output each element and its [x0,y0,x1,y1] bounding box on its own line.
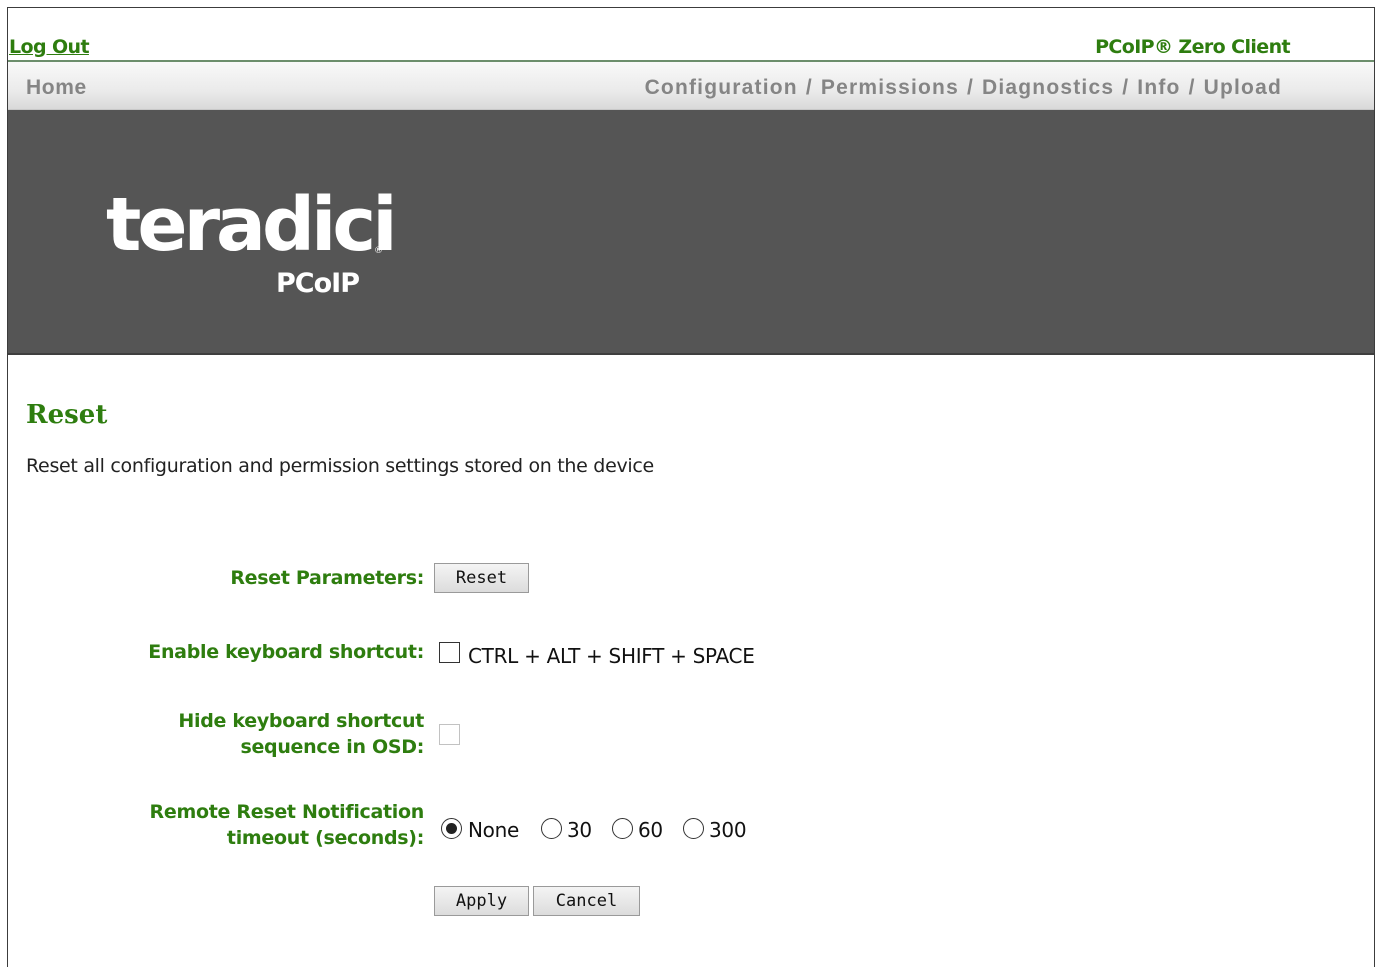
timeout-option-60-label: 60 [638,818,663,842]
timeout-option-30-label: 30 [567,818,592,842]
product-name: PCoIP® Zero Client [1095,36,1291,58]
logo-registered-mark: ® [374,246,383,256]
timeout-label-line2: timeout (seconds): [226,827,424,849]
enable-shortcut-checkbox[interactable] [439,642,460,663]
nav-configuration-link[interactable]: Configuration [645,76,798,99]
logout-link[interactable]: Log Out [9,36,90,58]
reset-parameters-label: Reset Parameters: [230,567,424,589]
nav-upload-link[interactable]: Upload [1204,76,1282,99]
nav-separator: / [1188,76,1196,99]
logo-subtitle: PCoIP [276,268,360,299]
page-frame: Log Out PCoIP® Zero Client Home Configur… [7,7,1375,967]
nav-separator: / [805,76,813,99]
hide-shortcut-label-line1: Hide keyboard shortcut [178,710,424,732]
nav-bar: Home Configuration / Permissions / Diagnosti… [8,60,1374,110]
hide-shortcut-label: Hide keyboard shortcut sequence in OSD: [178,708,424,760]
timeout-label-line1: Remote Reset Notification [149,801,425,823]
nav-permissions-link[interactable]: Permissions [821,76,959,99]
page-description: Reset all configuration and permission s… [26,455,654,477]
top-bar: Log Out PCoIP® Zero Client [8,8,1374,60]
hide-shortcut-checkbox[interactable] [439,724,460,745]
reset-button[interactable]: Reset [434,563,529,593]
nav-info-link[interactable]: Info [1137,76,1180,99]
teradici-logo: teradici ® PCoIP [106,182,398,299]
apply-button[interactable]: Apply [434,886,529,916]
nav-diagnostics-link[interactable]: Diagnostics [982,76,1114,99]
timeout-radio-30[interactable] [541,818,562,839]
timeout-radio-60[interactable] [612,818,633,839]
logo-wordmark: teradici [106,182,398,268]
timeout-radio-none[interactable] [441,818,462,839]
nav-separator: / [1122,76,1130,99]
timeout-label: Remote Reset Notification timeout (secon… [149,799,425,851]
brand-banner: teradici ® PCoIP [8,110,1374,355]
enable-shortcut-label: Enable keyboard shortcut: [148,641,424,663]
nav-home-link[interactable]: Home [26,76,87,100]
shortcut-text: CTRL + ALT + SHIFT + SPACE [468,644,755,668]
hide-shortcut-label-line2: sequence in OSD: [240,736,424,758]
timeout-option-300-label: 300 [709,818,747,842]
timeout-option-none-label: None [468,818,519,842]
timeout-radio-300[interactable] [683,818,704,839]
cancel-button[interactable]: Cancel [533,886,640,916]
nav-separator: / [966,76,974,99]
page-title: Reset [26,400,108,430]
nav-menu: Configuration / Permissions / Diagnostics / In… [645,76,1282,100]
